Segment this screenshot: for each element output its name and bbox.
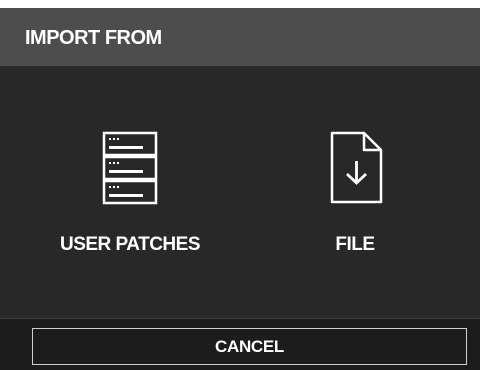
cancel-button[interactable]: CANCEL (32, 328, 467, 365)
dialog-title: IMPORT FROM (25, 27, 162, 49)
user-patches-option[interactable]: USER PATCHES (52, 130, 208, 256)
file-download-icon (330, 131, 383, 204)
user-patches-label: USER PATCHES (59, 234, 201, 255)
server-stack-icon (102, 131, 158, 205)
dialog-header: IMPORT FROM (0, 8, 480, 66)
import-dialog: IMPORT FROM USER PATCHES FILE CANCEL (0, 8, 480, 370)
dialog-footer: CANCEL (0, 318, 480, 370)
file-option[interactable]: FILE (290, 130, 420, 256)
file-label: FILE (335, 234, 375, 255)
